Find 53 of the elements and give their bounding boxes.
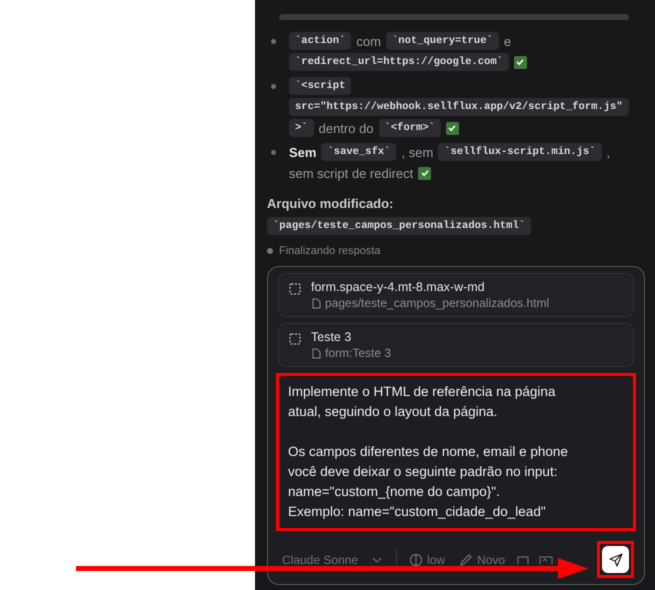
inline-code: `<script — [289, 77, 352, 95]
check-icon — [446, 122, 459, 134]
bullet-text: e — [504, 34, 512, 48]
message-input[interactable] — [276, 373, 636, 531]
model-select[interactable]: Claude Sonne — [278, 552, 386, 566]
inline-code: src="https://webhook.sellflux.app/v2/script_form.js" — [289, 98, 629, 116]
bullet-dot — [271, 39, 276, 44]
context-card[interactable]: Teste 3 form:Teste 3 — [278, 323, 634, 367]
context-source: form:Teste 3 — [325, 346, 392, 360]
new-button[interactable]: Novo — [457, 552, 508, 566]
bullet-text: com — [356, 34, 381, 48]
bullet-text: sem script de redirect — [289, 166, 414, 180]
message-text: name="custom_{nome do campo}". — [288, 483, 501, 501]
status-dot — [267, 248, 273, 254]
context-card[interactable]: form.space-y-4.mt-8.max-w-md pages/teste_campos_personalizados.html — [278, 273, 634, 317]
bullet-text: , — [606, 144, 610, 160]
message-text: Exemplo: name="custom_cidade_do_lead" — [288, 503, 547, 521]
chevron-icon — [372, 556, 382, 562]
message-text: Os campos diferentes de nome, email e phone — [288, 443, 569, 461]
bullet-text: , sem — [401, 144, 434, 160]
inline-code: `action` — [289, 32, 352, 50]
send-button[interactable] — [602, 546, 629, 573]
file-icon — [311, 348, 321, 358]
selection-icon — [289, 333, 301, 345]
message-text: atual, seguindo o layout da página. — [288, 403, 498, 421]
send-icon — [608, 552, 622, 566]
bullet-dot — [271, 150, 276, 155]
message-text: você deve deixar o seguinte padrão no input: — [288, 463, 558, 481]
image-icon[interactable] — [539, 556, 554, 564]
pencil-icon — [459, 552, 474, 566]
context-title: form.space-y-4.mt-8.max-w-md — [311, 280, 486, 294]
document-icon[interactable] — [517, 556, 530, 564]
inline-code: `save_sfx` — [321, 143, 396, 161]
section-heading: Arquivo modificado: — [267, 196, 394, 211]
inline-code: >` — [289, 119, 314, 137]
inline-code: `sellflux-script.min.js` — [438, 143, 602, 161]
check-icon — [418, 166, 432, 180]
file-icon — [311, 298, 321, 308]
effort-button[interactable]: low — [407, 552, 448, 566]
status-text: Finalizando resposta — [279, 245, 381, 257]
inline-code: `not_query=true` — [386, 32, 499, 50]
bullet-dot — [271, 84, 276, 89]
check-icon — [514, 56, 527, 68]
bullet-text: dentro do — [318, 120, 374, 136]
scrollbar[interactable] — [279, 14, 629, 20]
inline-code: `pages/teste_campos_personalizados.html` — [267, 217, 532, 235]
selection-icon — [289, 283, 301, 295]
bullet-text: Sem — [289, 144, 316, 160]
context-title: Teste 3 — [311, 330, 352, 344]
context-source: pages/teste_campos_personalizados.html — [325, 296, 550, 310]
message-text: Implemente o HTML de referência na página — [288, 383, 556, 401]
inline-code: `redirect_url=https://google.com` — [289, 53, 509, 71]
inline-code: `<form>` — [378, 119, 441, 137]
